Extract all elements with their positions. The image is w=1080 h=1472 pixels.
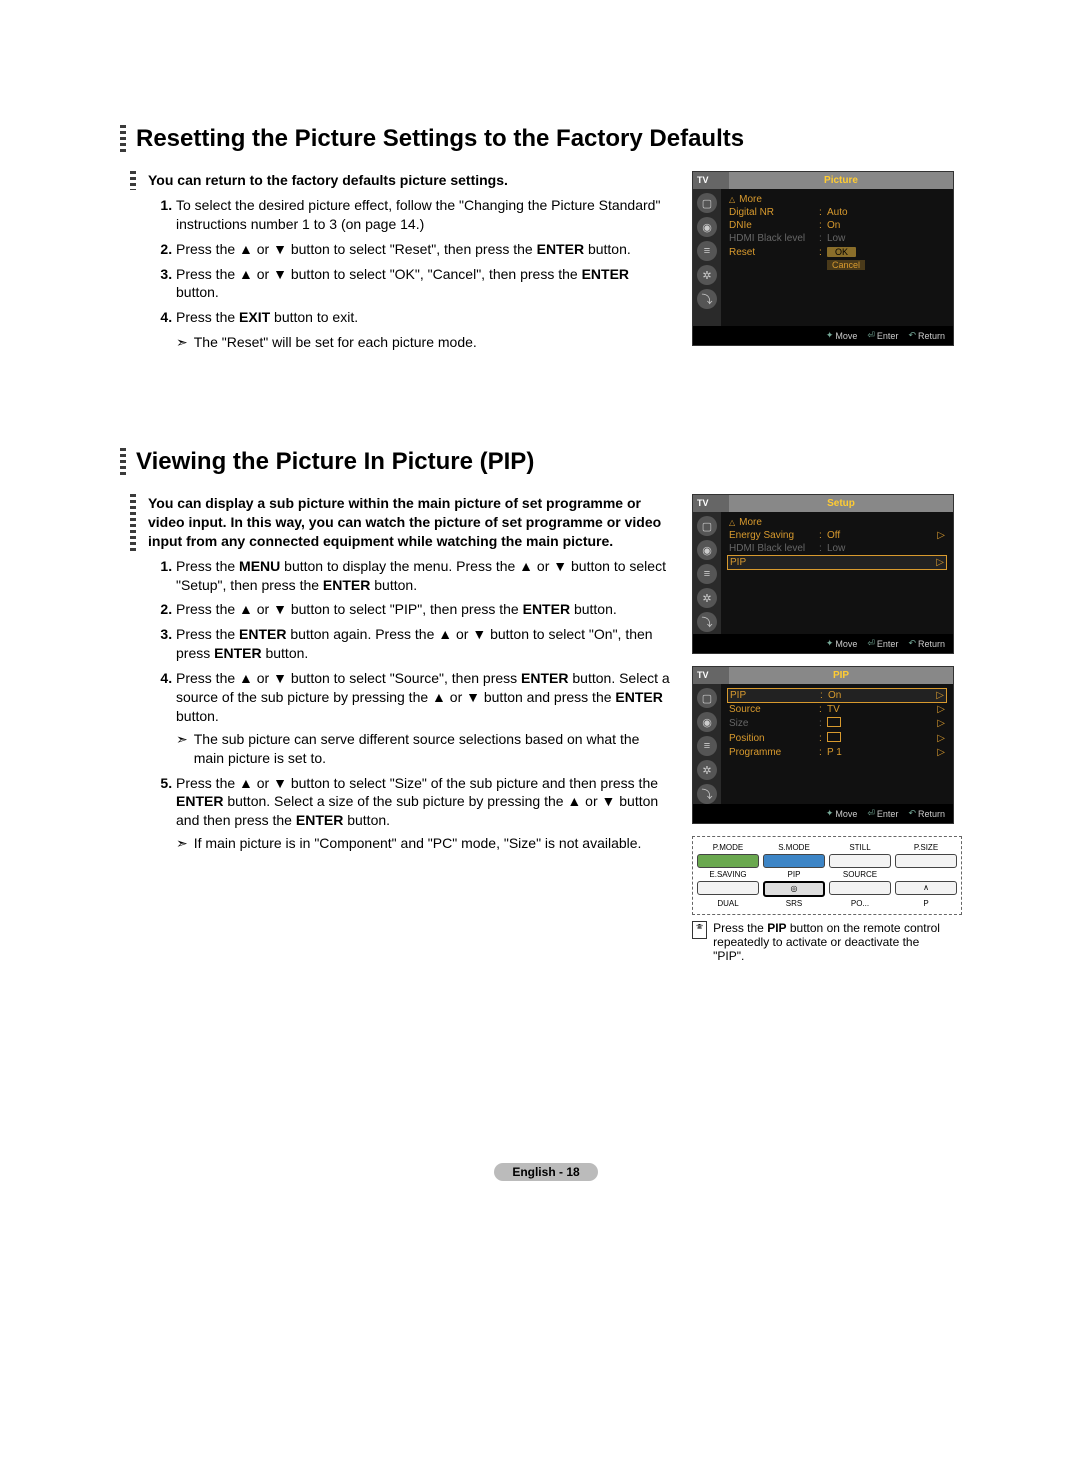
remote-label: DUAL — [697, 899, 759, 908]
osd-tv-label: TV — [693, 495, 729, 512]
s2-step1: Press the MENU button to display the men… — [176, 557, 672, 595]
remote-label: PIP — [763, 870, 825, 879]
osd-row-digitalnr[interactable]: Digital NR:Auto — [727, 206, 947, 219]
picture-icon: ▢ — [697, 688, 717, 708]
section2-intro: You can display a sub picture within the… — [148, 494, 672, 551]
osd-foot-enter: ⏎Enter — [867, 808, 898, 819]
heading-text: Viewing the Picture In Picture (PIP) — [136, 448, 534, 476]
osd-title: PIP — [729, 667, 953, 684]
section1-content: You can return to the factory defaults p… — [120, 171, 692, 358]
osd-row-reset[interactable]: Reset: OK — [727, 245, 947, 259]
input-icon: ⤵ — [697, 784, 717, 804]
s2-step2: Press the ▲ or ▼ button to select "PIP",… — [176, 600, 672, 619]
osd-row-pip[interactable]: PIP:On▷ — [727, 688, 947, 703]
section-heading-pip: Viewing the Picture In Picture (PIP) — [120, 448, 972, 476]
osd-row-programme[interactable]: Programme:P 1▷ — [727, 746, 947, 759]
osd-title: Setup — [729, 495, 953, 512]
osd-row-pip[interactable]: PIP▷ — [727, 555, 947, 570]
osd-foot-move: ✦Move — [826, 808, 858, 819]
osd-row-dnie[interactable]: DNIe:On — [727, 219, 947, 232]
intro-bar-icon — [130, 171, 136, 190]
setup-icon: ✲ — [697, 588, 717, 608]
s2-step5: Press the ▲ or ▼ button to select "Size"… — [176, 774, 672, 854]
osd-foot-enter: ⏎Enter — [867, 638, 898, 649]
osd-foot-return: ↶Return — [908, 330, 945, 341]
remote-icon: 🕾 — [692, 921, 707, 939]
osd-row-hdmi: HDMI Black level:Low — [727, 542, 947, 555]
setup-icon: ✲ — [697, 760, 717, 780]
osd-pip-menu: TV PIP ▢ ◉ ≡ ✲ ⤵ PIP:On▷ Source:TV▷ Size… — [692, 666, 954, 824]
sound-icon: ◉ — [697, 217, 717, 237]
remote-label: S.MODE — [763, 843, 825, 852]
osd-picture-menu: TV Picture ▢ ◉ ≡ ✲ ⤵ △More Digital NR:Au… — [692, 171, 954, 346]
s1-step2: Press the ▲ or ▼ button to select "Reset… — [176, 240, 672, 259]
s1-step4: Press the EXIT button to exit. — [176, 308, 672, 327]
remote-button — [829, 854, 891, 868]
remote-label: P.MODE — [697, 843, 759, 852]
channel-icon: ≡ — [697, 736, 717, 756]
osd-foot-return: ↶Return — [908, 808, 945, 819]
channel-icon: ≡ — [697, 241, 717, 261]
osd-row-more[interactable]: △More — [727, 193, 947, 206]
section1-intro: You can return to the factory defaults p… — [148, 171, 672, 190]
pip-remote-button: ◎ — [763, 881, 825, 897]
remote-button — [829, 881, 891, 895]
setup-icon: ✲ — [697, 265, 717, 285]
remote-buttons-diagram: P.MODE S.MODE STILL P.SIZE E.SAVING PIP … — [692, 836, 962, 915]
remote-button — [697, 881, 759, 895]
osd-row-source[interactable]: Source:TV▷ — [727, 703, 947, 716]
remote-label: P.SIZE — [895, 843, 957, 852]
osd-row-size: Size:▷ — [727, 716, 947, 731]
input-icon: ⤵ — [697, 612, 717, 632]
s2-step3: Press the ENTER button again. Press the … — [176, 625, 672, 663]
note-arrow-icon: ➣ — [176, 730, 188, 768]
sound-icon: ◉ — [697, 712, 717, 732]
section2-content: You can display a sub picture within the… — [120, 494, 692, 963]
picture-icon: ▢ — [697, 516, 717, 536]
osd-row-hdmi: HDMI Black level:Low — [727, 232, 947, 245]
s1-step1: To select the desired picture effect, fo… — [176, 196, 672, 234]
input-icon: ⤵ — [697, 289, 717, 309]
remote-label: PO... — [829, 899, 891, 908]
channel-icon: ≡ — [697, 564, 717, 584]
remote-label: SRS — [763, 899, 825, 908]
osd-row-more[interactable]: △More — [727, 516, 947, 529]
remote-note: 🕾 Press the PIP button on the remote con… — [692, 921, 952, 963]
s1-note: ➣ The "Reset" will be set for each pictu… — [176, 333, 672, 352]
picture-icon: ▢ — [697, 193, 717, 213]
osd-tv-label: TV — [693, 172, 729, 189]
osd-foot-move: ✦Move — [826, 330, 858, 341]
section-heading-reset: Resetting the Picture Settings to the Fa… — [120, 125, 972, 153]
osd-foot-return: ↶Return — [908, 638, 945, 649]
heading-bar-icon — [120, 448, 126, 476]
osd-foot-move: ✦Move — [826, 638, 858, 649]
remote-label: STILL — [829, 843, 891, 852]
s2-step4: Press the ▲ or ▼ button to select "Sourc… — [176, 669, 672, 767]
osd-row-cancel[interactable]: Cancel — [727, 259, 947, 272]
note-arrow-icon: ➣ — [176, 333, 188, 352]
remote-button — [697, 854, 759, 868]
osd-foot-enter: ⏎Enter — [867, 330, 898, 341]
osd-row-energy[interactable]: Energy Saving:Off▷ — [727, 529, 947, 542]
osd-setup-menu: TV Setup ▢ ◉ ≡ ✲ ⤵ △More Energy Saving:O… — [692, 494, 954, 654]
remote-label — [895, 870, 957, 879]
remote-button — [895, 854, 957, 868]
sound-icon: ◉ — [697, 540, 717, 560]
heading-bar-icon — [120, 125, 126, 153]
remote-button: ∧ — [895, 881, 957, 895]
remote-button — [763, 854, 825, 868]
osd-row-position[interactable]: Position:▷ — [727, 731, 947, 746]
heading-text: Resetting the Picture Settings to the Fa… — [136, 125, 744, 153]
note-arrow-icon: ➣ — [176, 834, 188, 853]
osd-tv-label: TV — [693, 667, 729, 684]
intro-bar-icon — [130, 494, 136, 551]
s1-step3: Press the ▲ or ▼ button to select "OK", … — [176, 265, 672, 303]
remote-label: P — [895, 899, 957, 908]
remote-label: SOURCE — [829, 870, 891, 879]
page-footer: English - 18 — [120, 963, 972, 1181]
remote-label: E.SAVING — [697, 870, 759, 879]
osd-title: Picture — [729, 172, 953, 189]
